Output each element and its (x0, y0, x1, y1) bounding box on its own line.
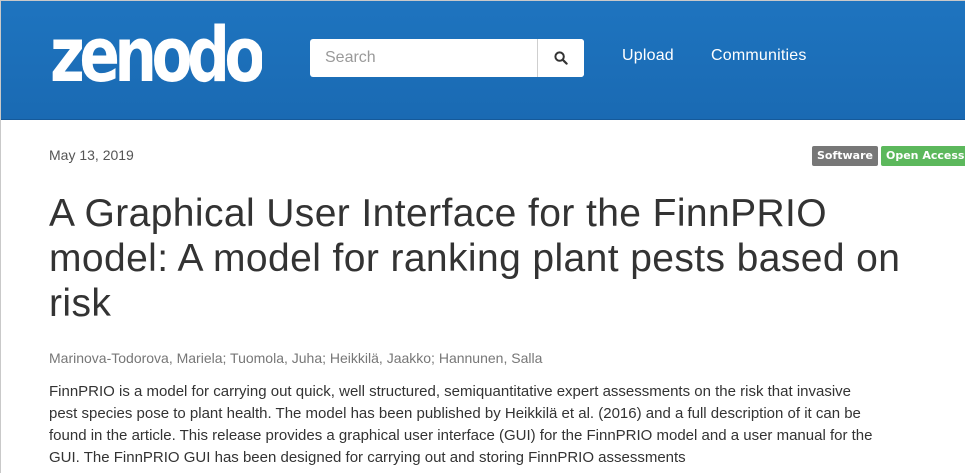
open-access-badge: Open Access (881, 146, 965, 166)
search-box (310, 39, 584, 77)
abstract-line: GUI. The FinnPRIO GUI has been designed … (49, 449, 686, 466)
logo-text: zenodo (50, 15, 262, 93)
publication-date: May 13, 2019 (49, 147, 134, 163)
software-badge: Software (812, 146, 878, 166)
record-authors[interactable]: Marinova-Todorova, Mariela; Tuomola, Juh… (49, 350, 542, 366)
nav-upload-link[interactable]: Upload (622, 47, 674, 65)
abstract-line: FinnPRIO is a model for carrying out qui… (49, 383, 852, 400)
record-abstract: FinnPRIO is a model for carrying out qui… (49, 381, 965, 469)
search-input[interactable] (310, 39, 537, 77)
record-badges: Software Open Access (812, 146, 965, 166)
abstract-line: pest species pose to plant health. The m… (49, 405, 861, 422)
abstract-line: found in the article. This release provi… (49, 427, 873, 444)
nav-communities-link[interactable]: Communities (711, 47, 807, 65)
search-icon (554, 51, 568, 65)
search-button[interactable] (537, 39, 584, 77)
site-header: zenodo Upload Communities (1, 1, 965, 120)
browser-viewport: zenodo Upload Communities May 13, 2019 S… (0, 0, 965, 473)
zenodo-logo[interactable]: zenodo (50, 15, 262, 93)
record-title: A Graphical User Interface for the FinnP… (49, 192, 901, 325)
